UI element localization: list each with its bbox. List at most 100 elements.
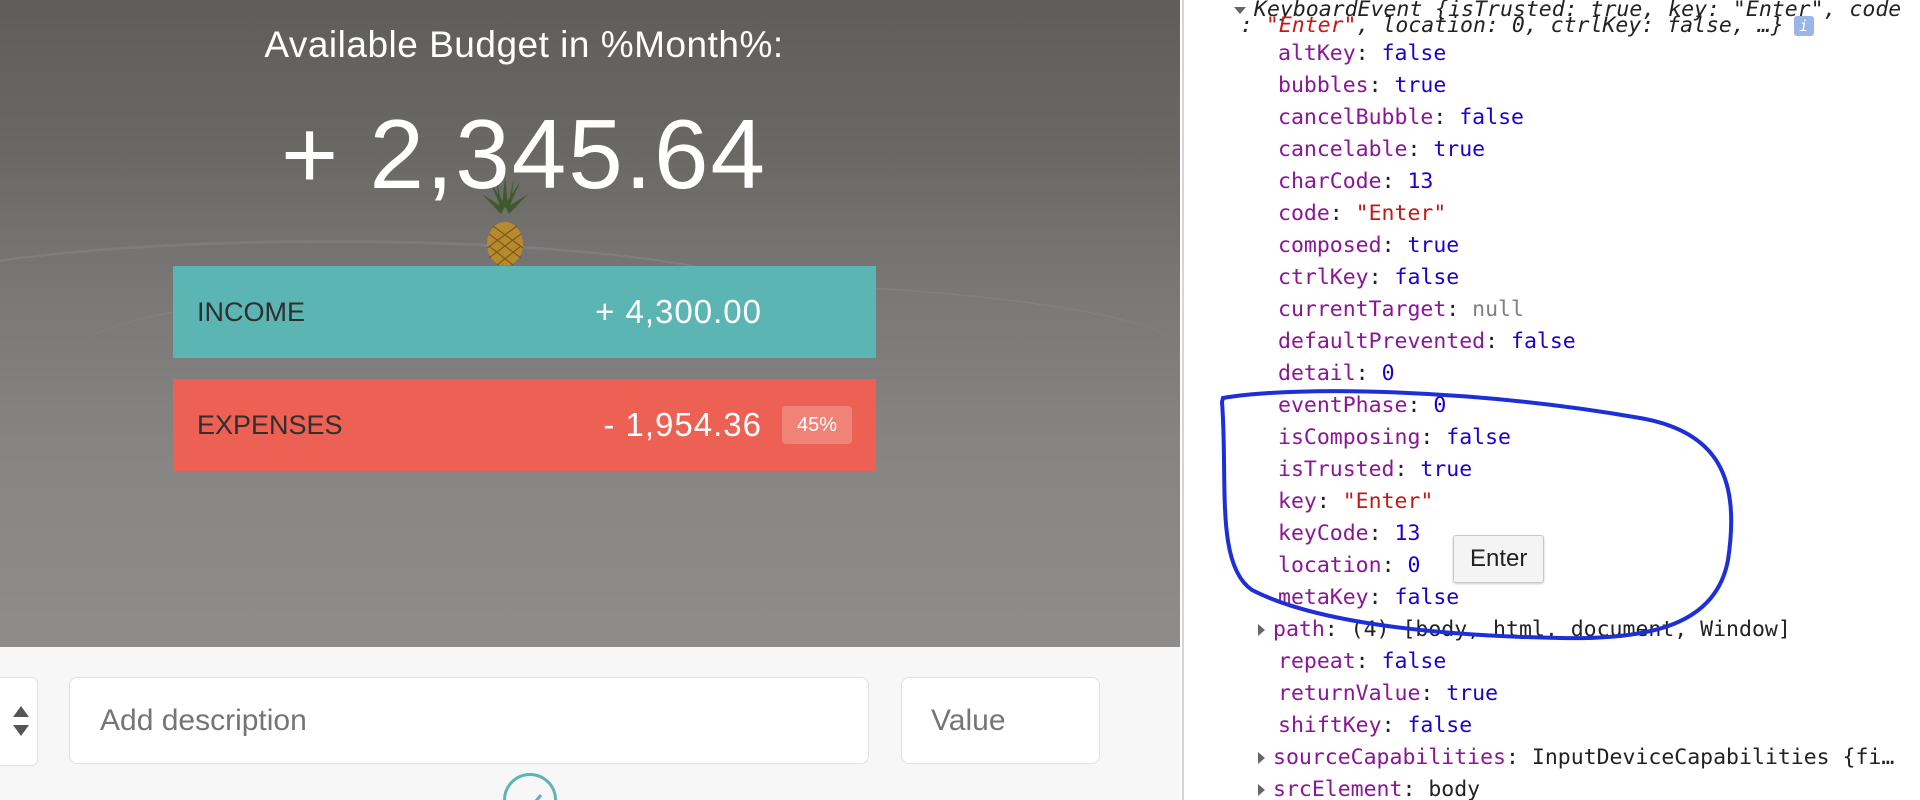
property-value: false bbox=[1459, 105, 1524, 130]
property-row: key: "Enter" bbox=[1278, 486, 1433, 518]
property-row[interactable]: srcElement: body bbox=[1258, 774, 1480, 800]
property-separator: : bbox=[1316, 489, 1343, 514]
property-separator: : bbox=[1381, 169, 1408, 194]
property-row: charCode: 13 bbox=[1278, 166, 1433, 198]
property-value: true bbox=[1420, 457, 1473, 482]
property-key: detail bbox=[1278, 361, 1356, 386]
property-key: cancelable bbox=[1278, 137, 1408, 162]
expand-triangle-icon[interactable] bbox=[1258, 784, 1265, 796]
income-label: INCOME bbox=[197, 296, 305, 327]
property-value: true bbox=[1433, 137, 1486, 162]
property-separator: : bbox=[1433, 105, 1460, 130]
type-select[interactable] bbox=[0, 677, 38, 766]
property-row: defaultPrevented: false bbox=[1278, 326, 1576, 358]
property-key: repeat bbox=[1278, 649, 1356, 674]
property-row: returnValue: true bbox=[1278, 678, 1498, 710]
property-value: true bbox=[1446, 681, 1499, 706]
property-key: metaKey bbox=[1278, 585, 1369, 610]
property-row: location: 0 bbox=[1278, 550, 1420, 582]
property-key: sourceCapabilities bbox=[1273, 745, 1506, 770]
property-separator: : bbox=[1402, 777, 1429, 800]
property-key: isTrusted bbox=[1278, 457, 1395, 482]
property-value: true bbox=[1407, 233, 1460, 258]
budget-title: Available Budget in %Month%: bbox=[264, 24, 784, 65]
property-row[interactable]: sourceCapabilities: InputDeviceCapabilit… bbox=[1258, 742, 1894, 774]
property-key: shiftKey bbox=[1278, 713, 1382, 738]
property-row: isTrusted: true bbox=[1278, 454, 1472, 486]
property-row[interactable]: path: (4) [body, html, document, Window] bbox=[1258, 614, 1791, 646]
property-row: altKey: false bbox=[1278, 38, 1446, 70]
property-row: code: "Enter" bbox=[1278, 198, 1446, 230]
property-row: composed: true bbox=[1278, 230, 1459, 262]
property-separator: : bbox=[1420, 425, 1447, 450]
description-input[interactable] bbox=[69, 677, 869, 764]
property-value: true bbox=[1394, 73, 1447, 98]
property-value: null bbox=[1472, 297, 1524, 322]
property-separator: : bbox=[1368, 73, 1395, 98]
expand-triangle-icon[interactable] bbox=[1258, 624, 1265, 636]
property-value: false bbox=[1511, 329, 1576, 354]
property-key: bubbles bbox=[1278, 73, 1369, 98]
property-row: bubbles: true bbox=[1278, 70, 1446, 102]
property-key: charCode bbox=[1278, 169, 1382, 194]
property-key: cancelBubble bbox=[1278, 105, 1434, 130]
property-value: false bbox=[1394, 265, 1460, 290]
property-separator: : bbox=[1381, 553, 1408, 578]
property-value: 13 bbox=[1394, 521, 1421, 546]
property-value: false bbox=[1381, 649, 1447, 674]
property-value: false bbox=[1407, 713, 1473, 738]
property-row: shiftKey: false bbox=[1278, 710, 1472, 742]
property-key: composed bbox=[1278, 233, 1382, 258]
select-arrows-icon bbox=[13, 706, 29, 736]
property-value: 0 bbox=[1407, 553, 1421, 578]
property-row: cancelable: true bbox=[1278, 134, 1485, 166]
property-separator: : bbox=[1407, 393, 1434, 418]
property-separator: : bbox=[1394, 457, 1421, 482]
info-icon[interactable]: i bbox=[1793, 16, 1814, 36]
property-key: srcElement bbox=[1273, 777, 1403, 800]
property-row: detail: 0 bbox=[1278, 358, 1395, 390]
property-value: false bbox=[1381, 41, 1447, 66]
property-row: repeat: false bbox=[1278, 646, 1446, 678]
property-key: keyCode bbox=[1278, 521, 1369, 546]
property-key: altKey bbox=[1278, 41, 1356, 66]
property-separator: : bbox=[1420, 681, 1447, 706]
property-separator: : bbox=[1329, 201, 1356, 226]
property-separator: : bbox=[1324, 617, 1351, 642]
expenses-label: EXPENSES bbox=[197, 409, 343, 440]
income-value: + 4,300.00 bbox=[595, 293, 762, 330]
property-separator: : bbox=[1355, 41, 1382, 66]
property-value: 0 bbox=[1381, 361, 1395, 386]
property-separator: : bbox=[1368, 265, 1395, 290]
property-value: InputDeviceCapabilities {fi… bbox=[1531, 745, 1895, 770]
budget-value: + 2,345.64 bbox=[281, 99, 767, 209]
property-row: ctrlKey: false bbox=[1278, 262, 1459, 294]
property-separator: : bbox=[1355, 649, 1382, 674]
property-separator: : bbox=[1381, 233, 1408, 258]
property-row: metaKey: false bbox=[1278, 582, 1459, 614]
property-key: path bbox=[1273, 617, 1325, 642]
property-separator: : bbox=[1355, 361, 1382, 386]
property-separator: : bbox=[1368, 585, 1395, 610]
property-row: currentTarget: null bbox=[1278, 294, 1524, 326]
property-key: ctrlKey bbox=[1278, 265, 1369, 290]
property-key: returnValue bbox=[1278, 681, 1421, 706]
property-value: 0 bbox=[1433, 393, 1447, 418]
property-separator: : bbox=[1368, 521, 1395, 546]
property-row: cancelBubble: false bbox=[1278, 102, 1524, 134]
income-summary: INCOME + 4,300.00 bbox=[173, 266, 876, 358]
checkmark-icon bbox=[534, 794, 543, 800]
value-input[interactable] bbox=[901, 677, 1100, 764]
expand-triangle-icon[interactable] bbox=[1258, 752, 1265, 764]
property-key: key bbox=[1278, 489, 1317, 514]
expenses-value: - 1,954.36 bbox=[603, 406, 762, 443]
devtools-console: KeyboardEvent {isTrusted: true, key: "En… bbox=[1182, 0, 1920, 800]
property-separator: : bbox=[1506, 745, 1532, 770]
property-key: defaultPrevented bbox=[1278, 329, 1486, 354]
property-value: 13 bbox=[1407, 169, 1434, 194]
property-value: "Enter" bbox=[1355, 201, 1447, 226]
property-row: isComposing: false bbox=[1278, 422, 1511, 454]
property-value: (4) [body, html, document, Window] bbox=[1350, 617, 1791, 642]
expenses-summary: EXPENSES - 1,954.36 45% bbox=[173, 379, 876, 471]
property-key: currentTarget bbox=[1278, 297, 1447, 322]
